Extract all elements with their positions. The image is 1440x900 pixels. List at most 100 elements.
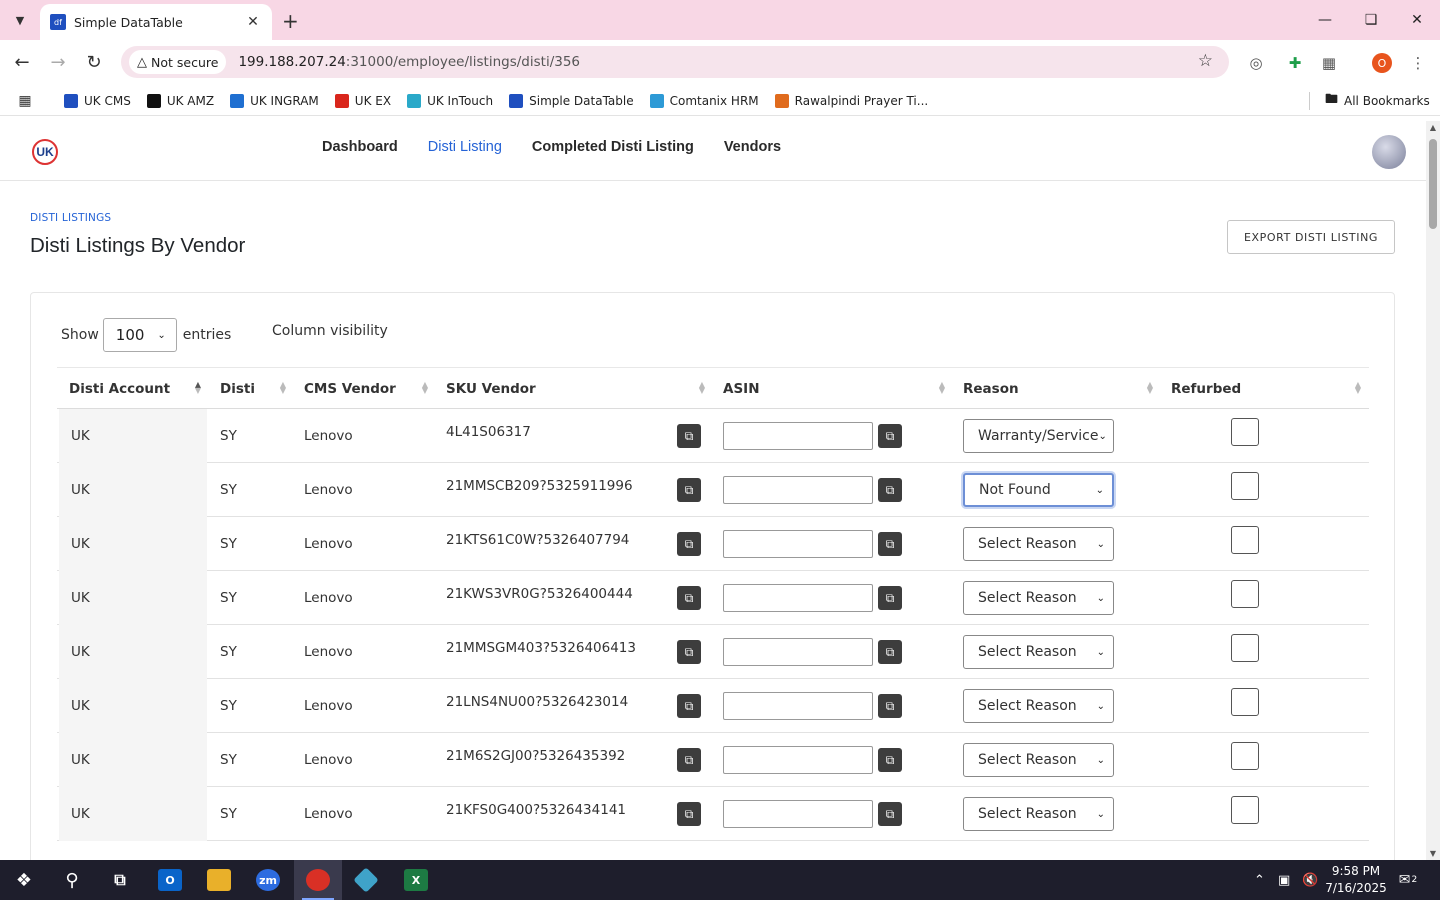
asin-input[interactable] bbox=[723, 692, 873, 720]
paste-asin-icon[interactable]: ⧉ bbox=[878, 478, 902, 502]
address-bar[interactable]: △ Not secure 199.188.207.24:31000/employ… bbox=[121, 46, 1229, 78]
refurbed-checkbox[interactable] bbox=[1231, 796, 1259, 824]
bookmark-item[interactable]: Rawalpindi Prayer Ti... bbox=[774, 93, 928, 108]
nav-link-dashboard[interactable]: Dashboard bbox=[322, 139, 398, 155]
reason-select[interactable]: Select Reason ⌄ bbox=[963, 797, 1114, 831]
extensions-puzzle-icon[interactable]: ▦ bbox=[1317, 51, 1341, 75]
entries-select[interactable]: 100 ⌄ bbox=[102, 318, 177, 352]
network-icon[interactable]: ▣ bbox=[1278, 860, 1290, 900]
copy-sku-icon[interactable]: ⧉ bbox=[677, 424, 701, 448]
copy-sku-icon[interactable]: ⧉ bbox=[677, 478, 701, 502]
scroll-up-arrow-icon[interactable]: ▲ bbox=[1426, 123, 1440, 132]
bookmark-item[interactable]: UK AMZ bbox=[146, 93, 214, 108]
search-icon[interactable]: ⚲ bbox=[48, 860, 96, 900]
apps-grid-icon[interactable]: ▦ bbox=[0, 93, 50, 109]
taskbar-clock[interactable]: 9:58 PM 7/16/2025 bbox=[1322, 863, 1390, 897]
reason-select[interactable]: Select Reason ⌄ bbox=[963, 743, 1114, 777]
paste-asin-icon[interactable]: ⧉ bbox=[878, 694, 902, 718]
column-header-reason[interactable]: Reason ▲ ▼ bbox=[951, 368, 1159, 410]
copy-sku-icon[interactable]: ⧉ bbox=[677, 532, 701, 556]
paste-asin-icon[interactable]: ⧉ bbox=[878, 640, 902, 664]
column-visibility-button[interactable]: Column visibility bbox=[272, 323, 388, 339]
nav-link-vendors[interactable]: Vendors bbox=[724, 139, 781, 155]
profile-button[interactable]: O bbox=[1370, 51, 1394, 75]
paste-asin-icon[interactable]: ⧉ bbox=[878, 748, 902, 772]
tray-overflow-chevron-icon[interactable]: ⌃ bbox=[1254, 860, 1265, 900]
export-disti-listing-button[interactable]: EXPORT DISTI LISTING bbox=[1227, 220, 1395, 254]
nav-link-disti-listing[interactable]: Disti Listing bbox=[428, 139, 502, 155]
reason-select[interactable]: Select Reason ⌄ bbox=[963, 581, 1114, 615]
browser-menu-kebab-icon[interactable]: ⋮ bbox=[1406, 51, 1430, 75]
task-view-icon[interactable]: ⧉ bbox=[96, 860, 144, 900]
refurbed-checkbox[interactable] bbox=[1231, 472, 1259, 500]
bookmark-item[interactable]: UK InTouch bbox=[407, 93, 493, 108]
translate-globe-icon[interactable]: ◎ bbox=[1244, 51, 1268, 75]
column-header-disti[interactable]: Disti ▲ ▼ bbox=[208, 368, 292, 410]
bookmark-item[interactable]: UK EX bbox=[334, 93, 391, 108]
column-header-cms-vendor[interactable]: CMS Vendor ▲ ▼ bbox=[292, 368, 434, 410]
tab-search-chevron-icon[interactable]: ▼ bbox=[6, 6, 34, 34]
outlook-icon[interactable]: O bbox=[146, 860, 194, 900]
app-diamond-icon[interactable] bbox=[342, 860, 390, 900]
new-tab-plus-icon[interactable]: + bbox=[282, 9, 299, 33]
asin-input[interactable] bbox=[723, 800, 873, 828]
column-header-asin[interactable]: ASIN ▲ ▼ bbox=[711, 368, 951, 410]
bookmark-item[interactable]: Simple DataTable bbox=[509, 93, 634, 108]
url-text[interactable]: 199.188.207.24:31000/employee/listings/d… bbox=[238, 54, 580, 70]
reload-icon[interactable]: ↻ bbox=[82, 50, 106, 74]
page-scrollbar[interactable]: ▲ ▼ bbox=[1426, 121, 1440, 860]
asin-input[interactable] bbox=[723, 746, 873, 774]
close-tab-icon[interactable]: ✕ bbox=[244, 14, 262, 30]
refurbed-checkbox[interactable] bbox=[1231, 580, 1259, 608]
reason-select[interactable]: Select Reason ⌄ bbox=[963, 689, 1114, 723]
refurbed-checkbox[interactable] bbox=[1231, 418, 1259, 446]
column-header-disti-account[interactable]: Disti Account ▲ ▼ bbox=[57, 368, 207, 410]
reason-select[interactable]: Warranty/Service ⌄ bbox=[963, 419, 1114, 453]
excel-icon[interactable]: X bbox=[392, 860, 440, 900]
copy-sku-icon[interactable]: ⧉ bbox=[677, 694, 701, 718]
paste-asin-icon[interactable]: ⧉ bbox=[878, 802, 902, 826]
browser-tab-active[interactable]: df Simple DataTable ✕ bbox=[40, 4, 272, 40]
refurbed-checkbox[interactable] bbox=[1231, 742, 1259, 770]
all-bookmarks-button[interactable]: 🖿 All Bookmarks bbox=[1325, 86, 1430, 116]
bookmark-star-icon[interactable]: ☆ bbox=[1198, 51, 1213, 71]
nav-link-completed-disti-listing[interactable]: Completed Disti Listing bbox=[532, 139, 694, 155]
window-close-icon[interactable]: ✕ bbox=[1394, 0, 1440, 40]
zoom-icon[interactable]: zm bbox=[244, 860, 292, 900]
scroll-down-arrow-icon[interactable]: ▼ bbox=[1426, 849, 1440, 858]
scrollbar-thumb[interactable] bbox=[1429, 139, 1437, 229]
copy-sku-icon[interactable]: ⧉ bbox=[677, 748, 701, 772]
copy-sku-icon[interactable]: ⧉ bbox=[677, 802, 701, 826]
reason-select[interactable]: Select Reason ⌄ bbox=[963, 635, 1114, 669]
not-secure-chip[interactable]: △ Not secure bbox=[129, 50, 227, 74]
user-avatar[interactable] bbox=[1372, 135, 1406, 169]
paste-asin-icon[interactable]: ⧉ bbox=[878, 532, 902, 556]
copy-sku-icon[interactable]: ⧉ bbox=[677, 640, 701, 664]
asin-input[interactable] bbox=[723, 638, 873, 666]
restore-icon[interactable]: ❏ bbox=[1348, 0, 1394, 40]
asin-input[interactable] bbox=[723, 530, 873, 558]
asin-input[interactable] bbox=[723, 476, 873, 504]
column-header-sku-vendor[interactable]: SKU Vendor ▲ ▼ bbox=[434, 368, 711, 410]
column-header-refurbed[interactable]: Refurbed ▲ ▼ bbox=[1159, 368, 1367, 410]
volume-muted-icon[interactable]: 🔇 bbox=[1302, 860, 1318, 900]
copy-sku-icon[interactable]: ⧉ bbox=[677, 586, 701, 610]
bookmark-item[interactable]: UK CMS bbox=[64, 93, 131, 108]
uk-logo[interactable]: UK bbox=[32, 139, 58, 165]
start-windows-icon[interactable]: ❖ bbox=[0, 860, 48, 900]
chrome-icon[interactable] bbox=[294, 860, 342, 900]
paste-asin-icon[interactable]: ⧉ bbox=[878, 424, 902, 448]
refurbed-checkbox[interactable] bbox=[1231, 634, 1259, 662]
bookmark-item[interactable]: Comtanix HRM bbox=[649, 93, 759, 108]
back-arrow-icon[interactable]: ← bbox=[10, 50, 34, 74]
notifications-icon[interactable]: ✉ 2 bbox=[1396, 868, 1420, 892]
asin-input[interactable] bbox=[723, 422, 873, 450]
minimize-icon[interactable]: — bbox=[1302, 0, 1348, 40]
bookmark-item[interactable]: UK INGRAM bbox=[230, 93, 319, 108]
asin-input[interactable] bbox=[723, 584, 873, 612]
file-explorer-icon[interactable] bbox=[195, 860, 243, 900]
paste-asin-icon[interactable]: ⧉ bbox=[878, 586, 902, 610]
reason-select[interactable]: Select Reason ⌄ bbox=[963, 527, 1114, 561]
forward-arrow-icon[interactable]: → bbox=[46, 50, 70, 74]
refurbed-checkbox[interactable] bbox=[1231, 526, 1259, 554]
